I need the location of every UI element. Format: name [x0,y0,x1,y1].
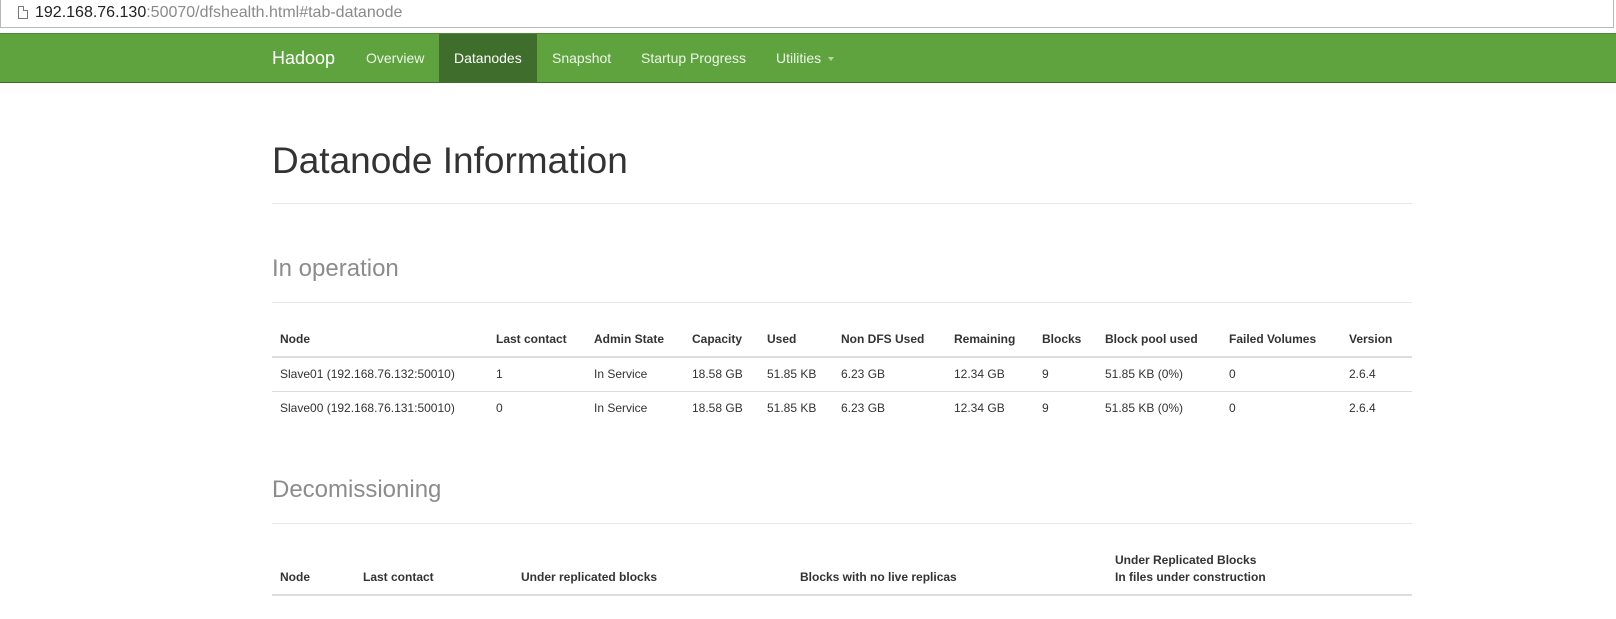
nav-startup-progress[interactable]: Startup Progress [626,34,761,82]
col-admin-state[interactable]: Admin State [594,332,664,346]
col-under-replicated-blocks[interactable]: Under replicated blocks [521,570,657,584]
address-bar[interactable]: 192.168.76.130:50070/dfshealth.html#tab-… [0,0,1614,28]
divider [272,523,1412,524]
cell-block-pool-used: 51.85 KB (0%) [1105,401,1184,415]
col-last-contact[interactable]: Last contact [496,332,567,346]
page-icon [18,6,28,19]
cell-used: 51.85 KB [767,401,817,415]
cell-capacity: 18.58 GB [692,401,743,415]
cell-failed-volumes: 0 [1229,367,1236,381]
url-path: :50070/dfshealth.html#tab-datanode [146,4,403,21]
col-node[interactable]: Node [280,570,310,584]
table-header-rule [272,594,1412,596]
cell-used: 51.85 KB [767,367,817,381]
cell-non-dfs-used: 6.23 GB [841,367,886,381]
section-in-operation-heading: In operation [272,255,399,282]
cell-last-contact: 1 [496,367,503,381]
cell-remaining: 12.34 GB [954,367,1005,381]
col-non-dfs-used[interactable]: Non DFS Used [841,332,924,346]
cell-failed-volumes: 0 [1229,401,1236,415]
cell-block-pool-used: 51.85 KB (0%) [1105,367,1184,381]
nav-datanodes[interactable]: Datanodes [439,34,537,82]
brand-link[interactable]: Hadoop [272,48,335,69]
table-header-rule [272,356,1412,358]
nav-utilities-label: Utilities [776,50,822,66]
col-capacity[interactable]: Capacity [692,332,742,346]
nav-overview[interactable]: Overview [351,34,439,82]
divider [272,302,1412,303]
col-blocks-no-live-replicas[interactable]: Blocks with no live replicas [800,570,957,584]
cell-node: Slave01 (192.168.76.132:50010) [280,367,455,381]
col-failed-volumes[interactable]: Failed Volumes [1229,332,1316,346]
row-divider [272,391,1412,392]
col-remaining[interactable]: Remaining [954,332,1015,346]
url-host: 192.168.76.130 [35,4,147,21]
url-text[interactable]: 192.168.76.130:50070/dfshealth.html#tab-… [35,4,402,22]
col-last-contact[interactable]: Last contact [363,570,434,584]
cell-non-dfs-used: 6.23 GB [841,401,886,415]
col-used[interactable]: Used [767,332,796,346]
cell-admin-state: In Service [594,367,648,381]
cell-version: 2.6.4 [1349,367,1376,381]
cell-last-contact: 0 [496,401,503,415]
col-header-line: In files under construction [1115,570,1266,584]
nav-utilities[interactable]: Utilities [761,34,849,82]
cell-remaining: 12.34 GB [954,401,1005,415]
cell-version: 2.6.4 [1349,401,1376,415]
navbar: Hadoop Overview Datanodes Snapshot Start… [0,33,1616,83]
col-blocks[interactable]: Blocks [1042,332,1081,346]
cell-node: Slave00 (192.168.76.131:50010) [280,401,455,415]
cell-admin-state: In Service [594,401,648,415]
section-decommissioning-heading: Decomissioning [272,476,442,503]
cell-capacity: 18.58 GB [692,367,743,381]
col-header-line: Under Replicated Blocks [1115,553,1257,567]
col-node[interactable]: Node [280,332,310,346]
col-block-pool-used[interactable]: Block pool used [1105,332,1198,346]
cell-blocks: 9 [1042,367,1049,381]
nav-snapshot[interactable]: Snapshot [537,34,626,82]
col-version[interactable]: Version [1349,332,1392,346]
page-title: Datanode Information [272,140,628,181]
cell-blocks: 9 [1042,401,1049,415]
divider [272,203,1412,204]
chevron-down-icon [828,57,835,62]
